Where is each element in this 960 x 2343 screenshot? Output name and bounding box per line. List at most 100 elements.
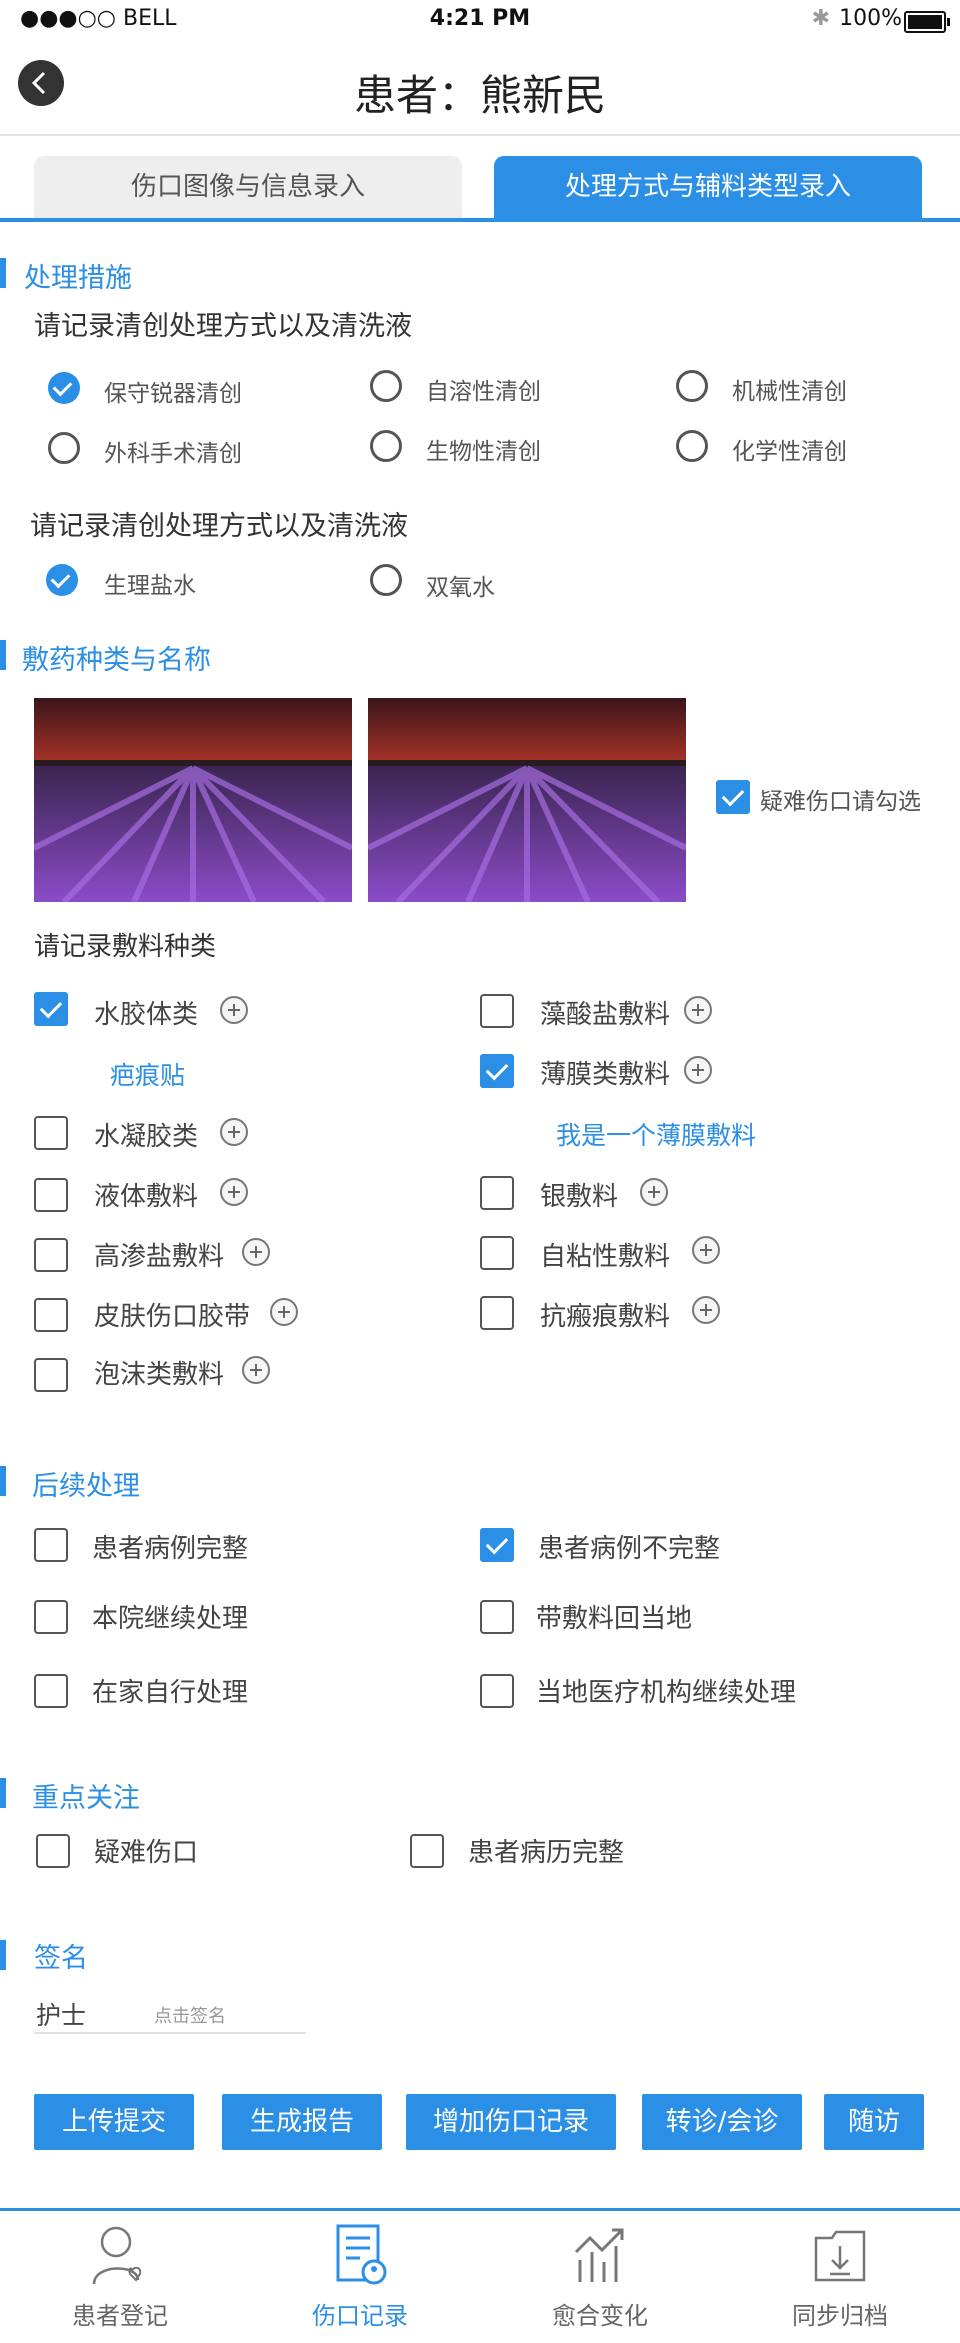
radio-label: 外科手术清创 [104,441,242,467]
checkbox[interactable] [480,994,514,1028]
lavender-field-image [34,698,352,902]
section-title-dressing: 敷药种类与名称 [22,645,211,676]
wound-photo[interactable] [368,698,686,902]
checkbox[interactable] [34,1528,68,1562]
sync-archive-icon [814,2230,866,2282]
dressing-type-question: 请记录敷料种类 [34,932,217,962]
add-icon[interactable] [220,1178,248,1206]
add-icon[interactable] [684,1056,712,1084]
patient-register-icon [92,2226,142,2285]
nurse-label: 护士 [36,2001,87,2030]
checkbox-label: 患者病例不完整 [538,1534,721,1564]
healing-chart-icon [574,2228,624,2282]
radio-button[interactable] [676,430,708,462]
checkbox[interactable] [34,1178,68,1212]
radio-label: 化学性清创 [732,439,847,465]
tab-treatment-dressing[interactable]: 处理方式与辅料类型录入 [494,156,922,218]
checkbox[interactable] [34,992,68,1026]
radio-label: 保守锐器清创 [104,381,242,407]
solution-question: 请记录清创处理方式以及清洗液 [30,511,408,542]
bluetooth-icon: ✱ [811,6,830,31]
add-icon[interactable] [220,996,248,1024]
checkbox[interactable] [34,1358,68,1392]
nav-wound-record[interactable]: 伤口记录 [240,2218,480,2338]
tab-underline [0,218,960,222]
section-title-followup: 后续处理 [32,1471,140,1502]
checkbox[interactable] [716,780,750,814]
checkbox-label: 皮肤伤口胶带 [94,1302,251,1332]
checkbox-label: 自粘性敷料 [540,1242,671,1272]
radio-label: 双氧水 [426,575,495,601]
wound-photo[interactable] [34,698,352,902]
checkbox[interactable] [410,1834,444,1868]
dressing-note[interactable]: 疤痕贴 [110,1056,185,1092]
upload-submit-button[interactable]: 上传提交 [34,2094,194,2150]
add-icon[interactable] [270,1298,298,1326]
checkbox[interactable] [480,1674,514,1708]
checkbox[interactable] [34,1238,68,1272]
nav-sync-archive[interactable]: 同步归档 [720,2218,960,2338]
section-marker [0,640,6,670]
radio-button[interactable] [48,432,80,464]
checkbox[interactable] [34,1674,68,1708]
radio-label: 生理盐水 [104,573,196,599]
nav-healing-change[interactable]: 愈合变化 [480,2218,720,2338]
signature-line [34,2032,306,2034]
checkbox[interactable] [480,1528,514,1562]
radio-button[interactable] [46,564,78,596]
checkbox-label: 患者病例完整 [92,1534,249,1564]
checkbox[interactable] [480,1296,514,1330]
radio-button[interactable] [370,370,402,402]
battery-percent: 100% [839,6,902,31]
generate-report-button[interactable]: 生成报告 [222,2094,382,2150]
checkbox-label: 在家自行处理 [92,1678,249,1708]
checkbox-label: 疑难伤口请勾选 [760,789,921,815]
section-marker [0,1466,6,1496]
add-icon[interactable] [242,1238,270,1266]
checkbox[interactable] [480,1600,514,1634]
checkbox[interactable] [34,1298,68,1332]
nav-label: 同步归档 [792,2302,888,2330]
section-title-treatment: 处理措施 [24,263,132,294]
radio-button[interactable] [676,370,708,402]
radio-button[interactable] [48,372,80,404]
battery-icon [904,11,950,33]
follow-up-button[interactable]: 随访 [824,2094,924,2150]
nav-label: 患者登记 [72,2302,168,2330]
header-divider [0,134,960,136]
checkbox-label: 疑难伤口 [94,1838,199,1868]
dressing-note[interactable]: 我是一个薄膜敷料 [556,1116,756,1152]
add-wound-record-button[interactable]: 增加伤口记录 [406,2094,616,2150]
checkbox[interactable] [480,1236,514,1270]
checkbox-label: 高渗盐敷料 [94,1242,225,1272]
add-icon[interactable] [220,1118,248,1146]
referral-consult-button[interactable]: 转诊/会诊 [642,2094,802,2150]
checkbox-label: 水胶体类 [94,1000,199,1030]
checkbox[interactable] [36,1834,70,1868]
radio-button[interactable] [370,430,402,462]
checkbox[interactable] [480,1054,514,1088]
checkbox-label: 银敷料 [540,1182,619,1212]
add-icon[interactable] [242,1356,270,1384]
add-icon[interactable] [640,1178,668,1206]
checkbox-label: 抗瘢痕敷料 [540,1302,671,1332]
add-icon[interactable] [692,1236,720,1264]
checkbox[interactable] [480,1176,514,1210]
radio-label: 自溶性清创 [426,379,541,405]
section-title-focus: 重点关注 [32,1783,140,1814]
checkbox-label: 藻酸盐敷料 [540,1000,671,1030]
add-icon[interactable] [692,1296,720,1324]
checkbox-label: 薄膜类敷料 [540,1060,671,1090]
status-bar: ●●●○○ BELL 4:21 PM ✱ 100% [0,0,960,40]
signature-hint[interactable]: 点击签名 [154,2002,226,2028]
nav-label: 愈合变化 [552,2302,648,2330]
checkbox[interactable] [34,1600,68,1634]
wound-record-icon [336,2224,387,2285]
checkbox[interactable] [34,1116,68,1150]
nav-label: 伤口记录 [312,2302,408,2330]
tab-wound-image-info[interactable]: 伤口图像与信息录入 [34,156,462,218]
add-icon[interactable] [684,996,712,1024]
section-title-signature: 签名 [34,1943,88,1974]
radio-button[interactable] [370,564,402,596]
nav-patient-register[interactable]: 患者登记 [0,2218,240,2338]
